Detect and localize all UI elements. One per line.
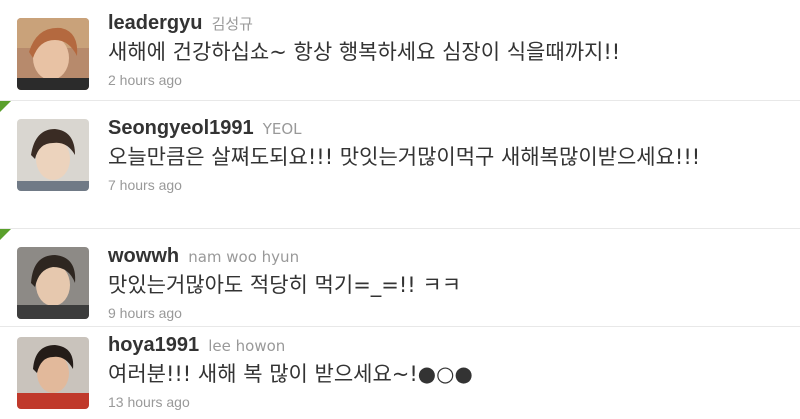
tweet-item: Seongyeol1991 YEOL 오늘만큼은 살쪄도되요!!! 맛잇는거많이… [0,100,800,228]
tweet-timestamp[interactable]: 7 hours ago [108,177,790,193]
tweet-text: 오늘만큼은 살쪄도되요!!! 맛잇는거많이먹구 새해복많이받으세요!!! [108,145,701,169]
tweet-timestamp[interactable]: 13 hours ago [108,394,790,410]
tweet-corner-marker [0,229,11,240]
avatar[interactable] [17,18,89,90]
tweet-fullname: lee howon [208,337,286,355]
tweet-timestamp[interactable]: 9 hours ago [108,305,790,321]
avatar-photo-icon [17,119,89,191]
tweet-username[interactable]: wowwh [108,245,179,267]
tweet-item: leadergyu 김성규 새해에 건강하십쇼~ 항상 행복하세요 심장이 식을… [0,0,800,100]
tweet-timestamp[interactable]: 2 hours ago [108,72,790,88]
tweet-fullname: nam woo hyun [188,248,300,266]
avatar-photo-icon [17,18,89,90]
tweet-corner-marker [0,101,11,112]
tweet-fullname: YEOL [262,120,302,138]
tweet-text: 여러분!!! 새해 복 많이 받으세요~!●○● [108,362,473,386]
tweet-username[interactable]: leadergyu [108,12,202,34]
avatar-photo-icon [17,337,89,409]
tweet-item: wowwh nam woo hyun 맛있는거많아도 적당히 먹기=_=!! ㅋ… [0,228,800,326]
avatar-photo-icon [17,247,89,319]
tweet-fullname: 김성규 [211,15,253,33]
tweet-text: 맛있는거많아도 적당히 먹기=_=!! ㅋㅋ [108,273,462,297]
tweet-item: hoya1991 lee howon 여러분!!! 새해 복 많이 받으세요~!… [0,326,800,419]
tweet-username[interactable]: Seongyeol1991 [108,117,254,139]
avatar[interactable] [17,337,89,409]
avatar[interactable] [17,119,89,191]
tweet-text: 새해에 건강하십쇼~ 항상 행복하세요 심장이 식을때까지!! [108,40,621,64]
avatar[interactable] [17,247,89,319]
tweet-username[interactable]: hoya1991 [108,334,199,356]
